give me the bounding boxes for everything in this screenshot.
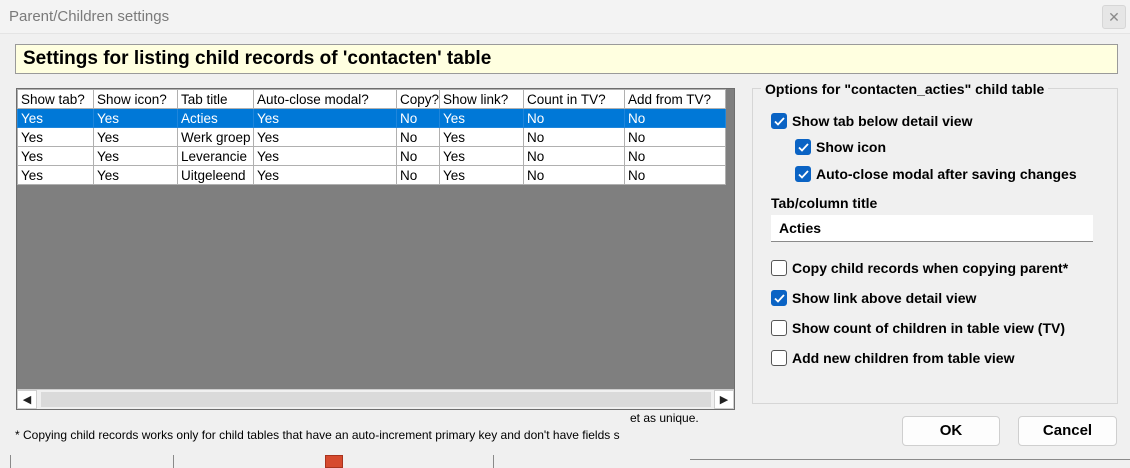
checkmark-icon <box>773 293 785 303</box>
cell[interactable]: No <box>523 146 626 166</box>
cell[interactable]: Yes <box>439 146 525 166</box>
column-header[interactable]: Show tab? <box>17 89 94 109</box>
cell[interactable]: No <box>395 165 441 185</box>
column-header[interactable]: Copy? <box>395 89 441 109</box>
background-marker <box>325 455 343 468</box>
checkbox-label: Copy child records when copying parent* <box>792 260 1069 276</box>
cell[interactable]: No <box>624 127 727 147</box>
grid-header-row: Show tab? Show icon? Tab title Auto-clos… <box>17 89 727 109</box>
background-segment <box>10 455 174 468</box>
show-tab-checkbox[interactable]: Show tab below detail view <box>771 113 972 129</box>
window-title: Parent/Children settings <box>9 8 170 25</box>
child-tables-grid[interactable]: Show tab? Show icon? Tab title Auto-clos… <box>16 88 735 410</box>
cell[interactable]: Yes <box>253 146 397 166</box>
checkbox-box[interactable] <box>771 350 787 366</box>
cell[interactable]: Yes <box>93 146 178 166</box>
horizontal-scrollbar[interactable]: ◀ ▶ <box>17 389 734 409</box>
cancel-button[interactable]: Cancel <box>1018 416 1117 446</box>
cell[interactable]: Yes <box>439 127 525 147</box>
background-line <box>690 459 1130 460</box>
table-row[interactable]: Yes Yes Werk groep Yes No Yes No No <box>17 127 727 147</box>
background-window-strip <box>0 455 1130 468</box>
cell[interactable]: No <box>624 108 727 128</box>
auto-close-checkbox[interactable]: Auto-close modal after saving changes <box>795 166 1077 182</box>
cell[interactable]: Werk groep <box>177 127 254 147</box>
show-link-checkbox[interactable]: Show link above detail view <box>771 290 976 306</box>
cell[interactable]: No <box>395 108 441 128</box>
cell[interactable]: No <box>523 127 626 147</box>
tab-title-label: Tab/column title <box>771 195 878 211</box>
cell[interactable]: No <box>395 146 441 166</box>
checkmark-icon <box>797 169 809 179</box>
table-row[interactable]: Yes Yes Uitgeleend Yes No Yes No No <box>17 165 727 185</box>
options-group: Options for "contacten_acties" child tab… <box>752 81 1118 404</box>
checkbox-label: Show count of children in table view (TV… <box>792 320 1066 336</box>
checkbox-box[interactable] <box>795 166 811 182</box>
scrollbar-thumb[interactable] <box>41 392 711 407</box>
column-header[interactable]: Tab title <box>177 89 254 109</box>
checkbox-box[interactable] <box>771 260 787 276</box>
cell[interactable]: Yes <box>253 165 397 185</box>
close-button[interactable]: ✕ <box>1102 5 1126 29</box>
show-icon-checkbox[interactable]: Show icon <box>795 139 886 155</box>
column-header[interactable]: Show link? <box>439 89 525 109</box>
cell[interactable]: Yes <box>93 165 178 185</box>
chevron-left-icon: ◀ <box>22 394 32 406</box>
column-header[interactable]: Add from TV? <box>624 89 727 109</box>
cell[interactable]: Yes <box>439 108 525 128</box>
checkmark-icon <box>773 116 785 126</box>
checkbox-label: Auto-close modal after saving changes <box>816 166 1077 182</box>
checkmark-icon <box>797 142 809 152</box>
cell[interactable]: No <box>624 146 727 166</box>
header-banner: Settings for listing child records of 'c… <box>15 44 1118 74</box>
cell[interactable]: Yes <box>253 127 397 147</box>
add-from-tv-checkbox[interactable]: Add new children from table view <box>771 350 1014 366</box>
cell[interactable]: No <box>523 108 626 128</box>
cell[interactable]: Yes <box>439 165 525 185</box>
column-header[interactable]: Count in TV? <box>523 89 626 109</box>
column-header[interactable]: Show icon? <box>93 89 178 109</box>
checkbox-box[interactable] <box>771 290 787 306</box>
table-row[interactable]: Yes Yes Leverancie Yes No Yes No No <box>17 146 727 166</box>
footnote-overflow-text: et as unique. <box>630 411 699 425</box>
show-count-checkbox[interactable]: Show count of children in table view (TV… <box>771 320 1065 336</box>
ok-button[interactable]: OK <box>902 416 1000 446</box>
cell[interactable]: Yes <box>93 108 178 128</box>
cell[interactable]: Acties <box>177 108 254 128</box>
column-header[interactable]: Auto-close modal? <box>253 89 397 109</box>
cell[interactable]: Leverancie <box>177 146 254 166</box>
checkbox-box[interactable] <box>771 320 787 336</box>
title-bar: Parent/Children settings ✕ <box>0 0 1130 34</box>
checkbox-label: Show icon <box>816 139 886 155</box>
copy-footnote: * Copying child records works only for c… <box>15 428 620 442</box>
scroll-right-button[interactable]: ▶ <box>714 390 734 409</box>
cell[interactable]: Yes <box>17 108 94 128</box>
chevron-right-icon: ▶ <box>719 394 729 406</box>
scrollbar-track[interactable] <box>37 392 714 407</box>
cell[interactable]: Yes <box>17 146 94 166</box>
checkbox-box[interactable] <box>795 139 811 155</box>
tab-title-input[interactable] <box>771 215 1093 242</box>
checkbox-label: Add new children from table view <box>792 350 1015 366</box>
cell[interactable]: Yes <box>17 127 94 147</box>
checkbox-label: Show tab below detail view <box>792 113 973 129</box>
cell[interactable]: No <box>523 165 626 185</box>
cell[interactable]: Yes <box>17 165 94 185</box>
checkbox-label: Show link above detail view <box>792 290 977 306</box>
options-legend: Options for "contacten_acties" child tab… <box>761 81 1049 97</box>
cell[interactable]: No <box>624 165 727 185</box>
cell[interactable]: No <box>395 127 441 147</box>
scroll-left-button[interactable]: ◀ <box>17 390 37 409</box>
cell[interactable]: Yes <box>253 108 397 128</box>
cell[interactable]: Uitgeleend <box>177 165 254 185</box>
copy-children-checkbox[interactable]: Copy child records when copying parent* <box>771 260 1068 276</box>
grid-table: Show tab? Show icon? Tab title Auto-clos… <box>17 89 727 185</box>
table-row[interactable]: Yes Yes Acties Yes No Yes No No <box>17 108 727 128</box>
cell[interactable]: Yes <box>93 127 178 147</box>
close-icon: ✕ <box>1108 9 1120 25</box>
checkbox-box[interactable] <box>771 113 787 129</box>
